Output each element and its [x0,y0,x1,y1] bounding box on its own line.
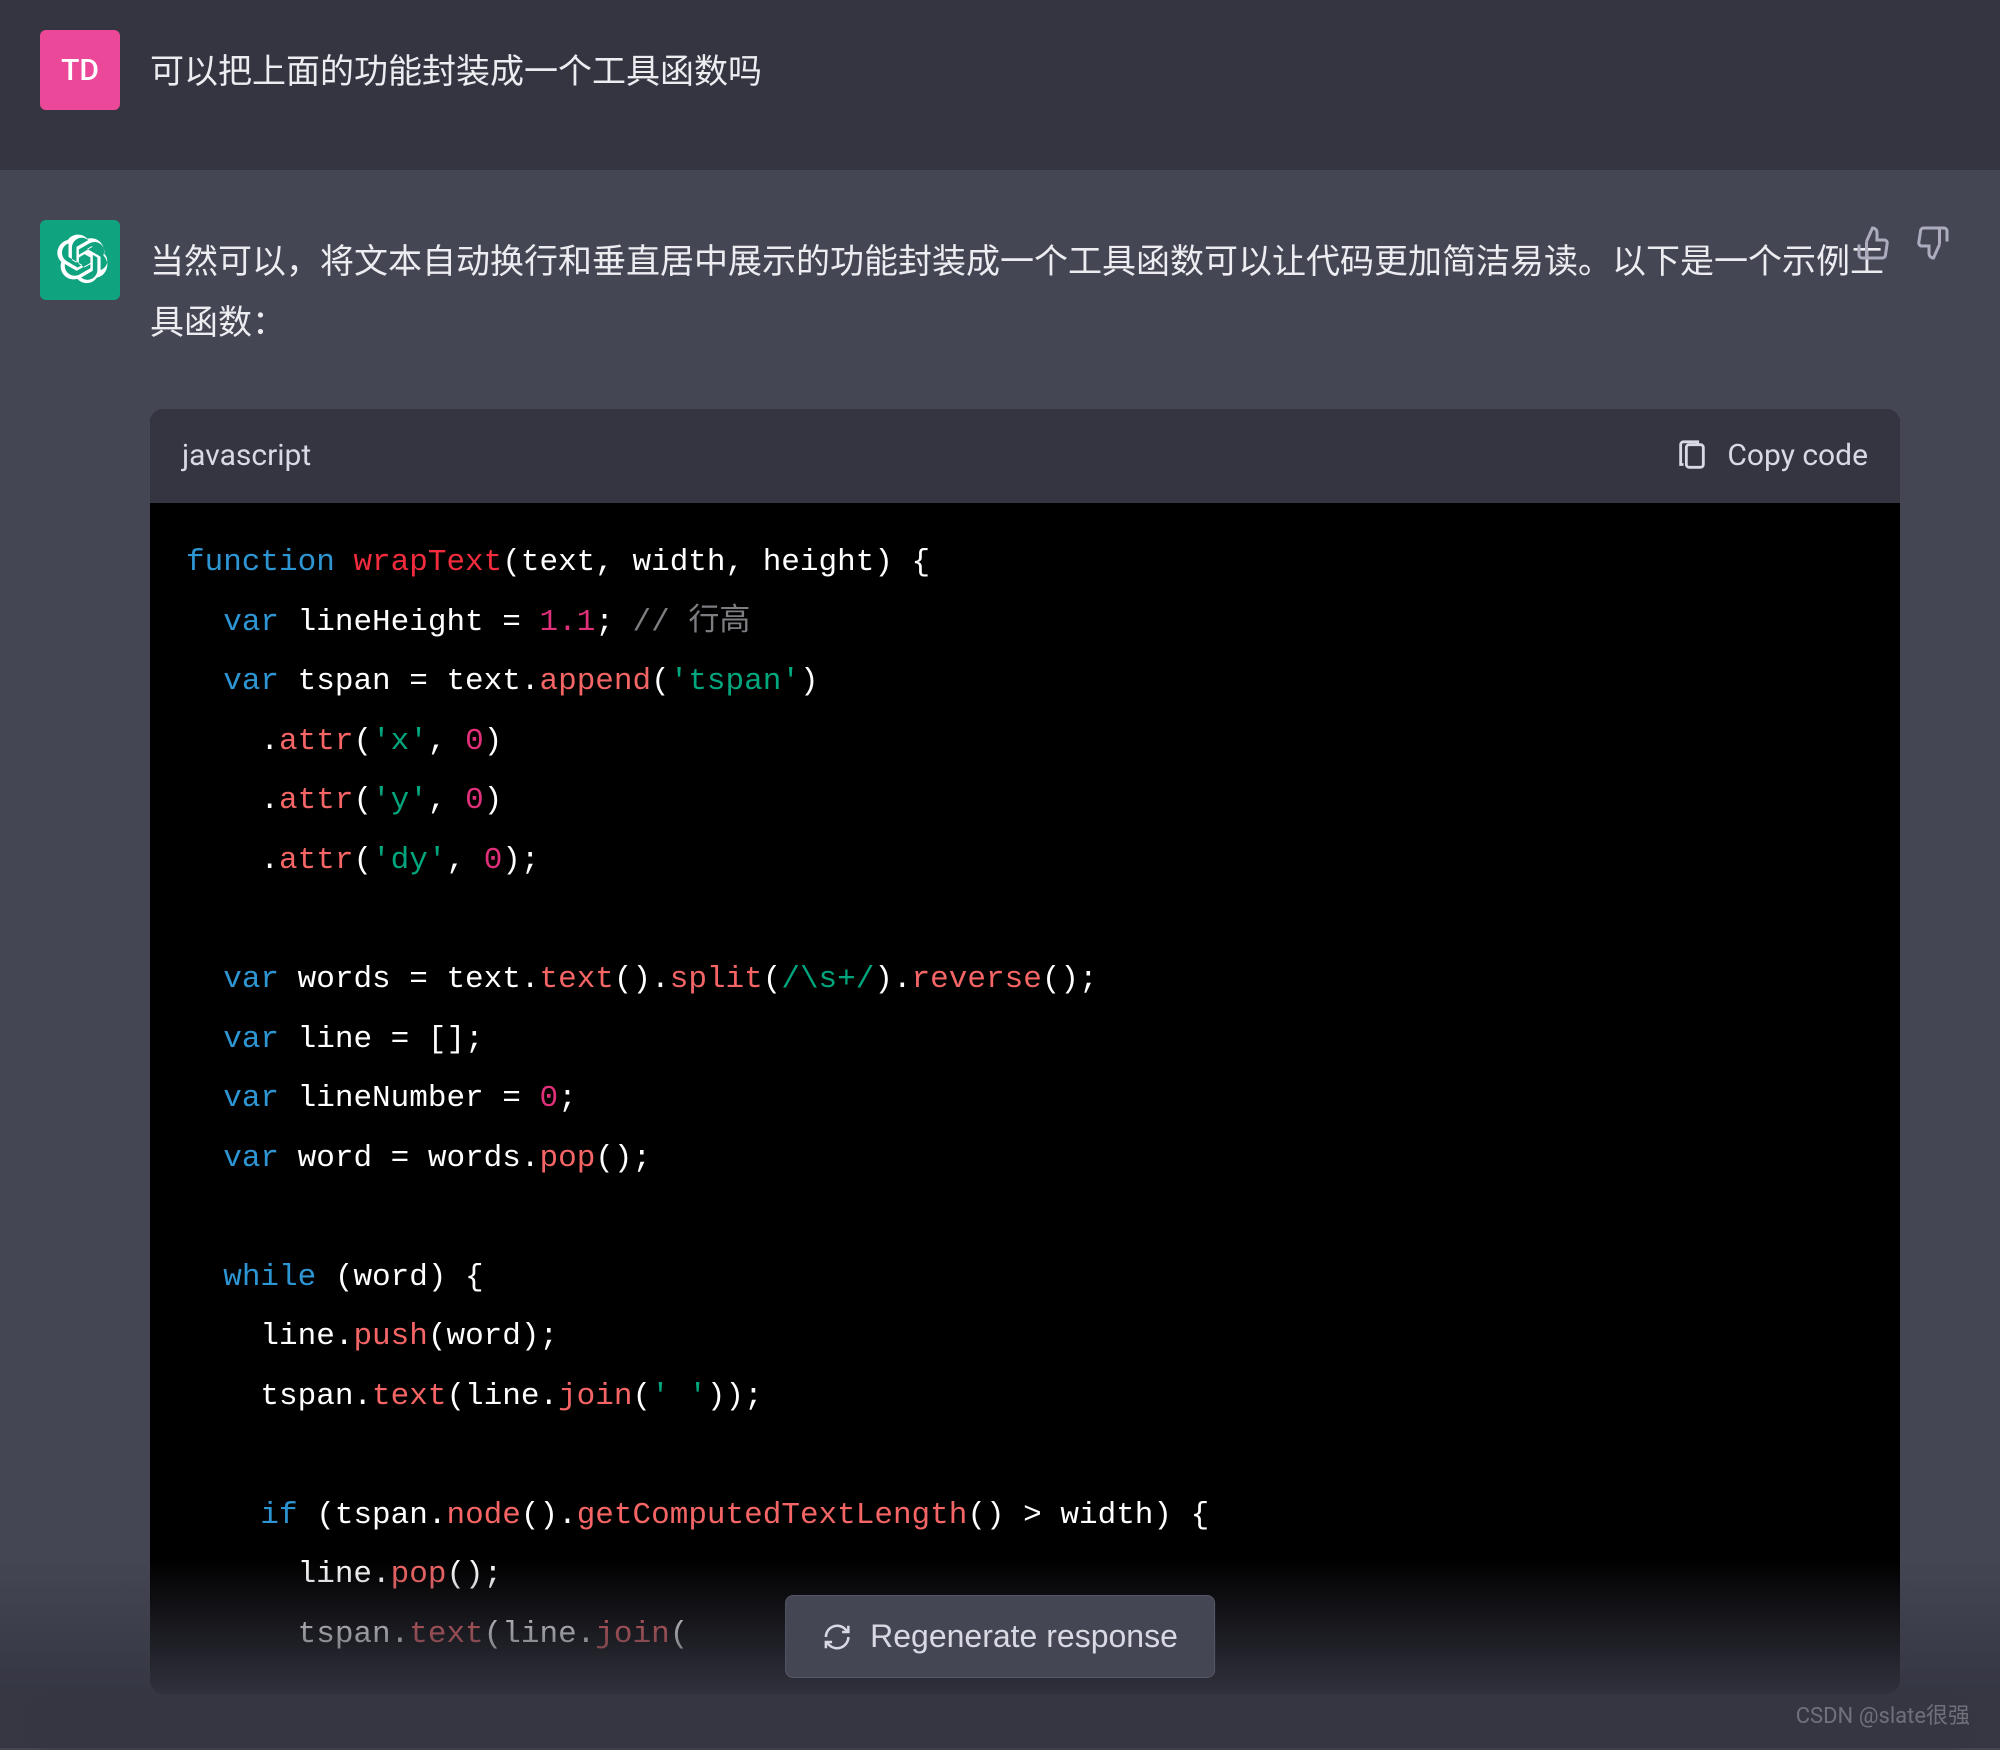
openai-logo-icon [53,233,108,288]
regenerate-button[interactable]: Regenerate response [785,1595,1215,1678]
user-avatar: TD [40,30,120,110]
assistant-intro-text: 当然可以，将文本自动换行和垂直居中展示的功能封装成一个工具函数可以让代码更加简洁… [150,232,1900,354]
clipboard-icon [1675,439,1709,473]
code-header: javascript Copy code [150,409,1900,503]
regenerate-label: Regenerate response [870,1618,1178,1655]
assistant-message: 当然可以，将文本自动换行和垂直居中展示的功能封装成一个工具函数可以让代码更加简洁… [0,170,2000,1750]
code-block: javascript Copy code function wrapText(t… [150,409,1900,1694]
watermark-text: CSDN @slate很强 [1796,1698,1970,1730]
user-text: 可以把上面的功能封装成一个工具函数吗 [150,30,1900,103]
thumbs-down-icon[interactable] [1914,225,1950,261]
copy-code-label: Copy code [1727,429,1868,483]
feedback-actions [1856,225,1950,261]
chat-input[interactable] [40,1703,1960,1748]
code-content[interactable]: function wrapText(text, width, height) {… [150,503,1900,1694]
avatar-initials: TD [61,53,99,88]
refresh-icon [822,1622,852,1652]
assistant-content: 当然可以，将文本自动换行和垂直居中展示的功能封装成一个工具函数可以让代码更加简洁… [150,220,1900,1694]
code-language-label: javascript [182,429,311,483]
copy-code-button[interactable]: Copy code [1675,429,1868,483]
thumbs-up-icon[interactable] [1856,225,1892,261]
assistant-avatar [40,220,120,300]
user-message: TD 可以把上面的功能封装成一个工具函数吗 [0,0,2000,170]
